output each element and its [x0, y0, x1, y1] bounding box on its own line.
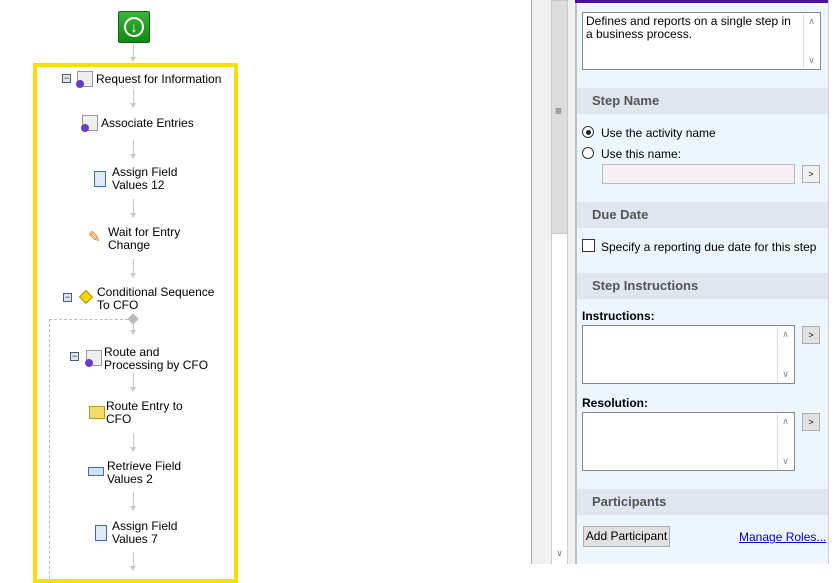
workflow-node[interactable]: Associate Entries [101, 117, 194, 130]
panel-header-bar [575, 0, 828, 3]
instructions-expand-button[interactable]: > [802, 326, 820, 344]
workflow-node[interactable]: Route Entry to CFO [106, 400, 183, 425]
workflow-node[interactable]: Assign Field Values 7 [112, 520, 177, 545]
grip-icon: ≡ [555, 104, 563, 118]
section-step-name: Step Name [577, 88, 828, 114]
down-arrow-icon: ↓ [124, 17, 144, 37]
resolution-label: Resolution: [582, 396, 648, 410]
step-name-expand-button[interactable]: > [802, 165, 820, 183]
use-activity-name-radio[interactable] [582, 126, 594, 138]
start-node[interactable]: ↓ [118, 11, 150, 43]
section-step-instructions: Step Instructions [577, 273, 828, 299]
folder-star-icon [89, 406, 105, 419]
workflow-node[interactable]: Request for Information [96, 73, 221, 86]
scroll-down-icon[interactable]: ∨ [552, 548, 567, 562]
step-name-input[interactable] [602, 164, 795, 184]
use-this-name-label: Use this name: [601, 147, 682, 161]
workflow-node[interactable]: Assign Field Values 12 [112, 166, 177, 191]
list-document-icon [94, 171, 106, 187]
connector-arrow [130, 44, 136, 62]
collapse-toggle[interactable]: − [63, 293, 72, 302]
gear-document-icon [85, 350, 102, 367]
workflow-node[interactable]: Retrieve Field Values 2 [107, 460, 181, 485]
description-text: Defines and reports on a single step in … [586, 14, 791, 41]
instructions-textarea[interactable]: ∧ ∨ [582, 325, 795, 384]
section-due-date: Due Date [577, 202, 828, 228]
description-box[interactable]: Defines and reports on a single step in … [582, 12, 821, 70]
gear-link-icon [81, 115, 98, 132]
due-date-label: Specify a reporting due date for this st… [601, 240, 817, 254]
list-document-icon [95, 525, 107, 541]
collapse-toggle[interactable]: − [62, 74, 71, 83]
resolution-textarea[interactable]: ∧ ∨ [582, 412, 795, 471]
resolution-expand-button[interactable]: > [802, 413, 820, 431]
gear-document-icon [76, 71, 93, 88]
workflow-node[interactable]: Conditional Sequence To CFO [97, 286, 214, 311]
field-question-icon [88, 467, 104, 476]
workflow-canvas[interactable]: ↓ − Request for Information Associate En… [0, 0, 531, 583]
instructions-label: Instructions: [582, 309, 655, 323]
panel-scrollbar[interactable] [828, 0, 834, 564]
manage-roles-link[interactable]: Manage Roles... [739, 530, 826, 544]
section-participants: Participants [577, 489, 828, 515]
pencil-clock-icon: ✎ [88, 229, 101, 246]
due-date-checkbox[interactable] [582, 239, 595, 252]
use-activity-name-label: Use the activity name [601, 126, 716, 140]
workflow-node[interactable]: Route and Processing by CFO [104, 346, 208, 371]
workflow-node[interactable]: Wait for Entry Change [108, 226, 180, 251]
add-participant-button[interactable]: Add Participant [583, 526, 670, 547]
use-this-name-radio[interactable] [582, 147, 594, 159]
collapse-toggle[interactable]: − [70, 352, 79, 361]
